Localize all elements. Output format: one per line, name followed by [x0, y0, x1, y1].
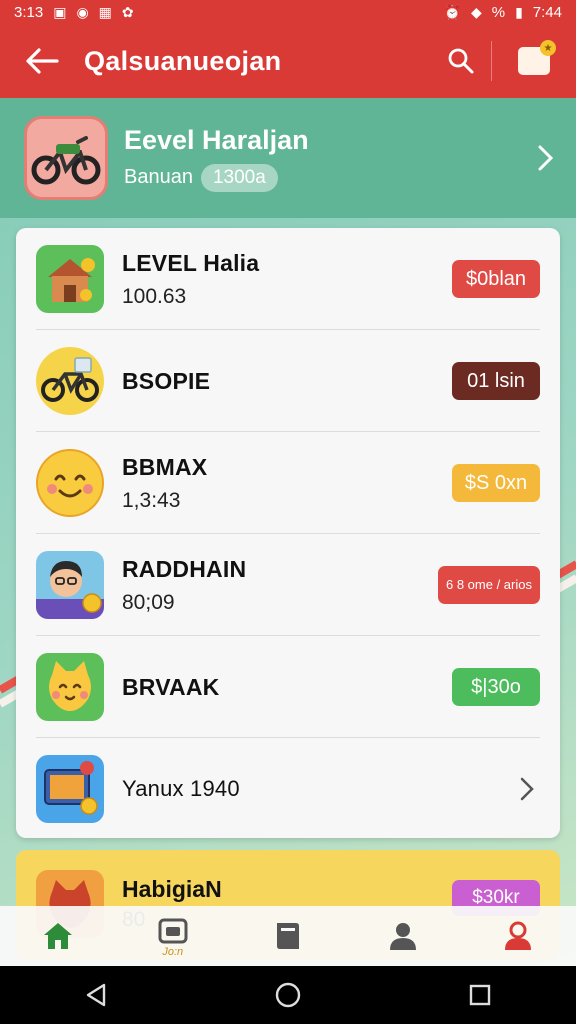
gallery-notification-icon: ▣ — [53, 3, 67, 20]
search-button[interactable] — [431, 24, 491, 98]
row-text: RADDHAIN 80;09 — [122, 556, 438, 615]
chevron-right-icon[interactable] — [512, 769, 542, 809]
price-badge[interactable]: 01 lsin — [452, 362, 540, 400]
profile-subtitle-row: Banuan 1300a — [124, 163, 516, 192]
list-item[interactable]: BSOPIE 01 lsin — [16, 330, 560, 432]
status-left: 3:13 ▣ ◉ ▦ ✿ — [14, 4, 134, 21]
row-title: BBMAX — [122, 453, 208, 480]
row-value: 100.63 — [122, 284, 187, 308]
system-back-button[interactable] — [56, 966, 136, 1024]
profile-subtitle: Banuan — [124, 166, 193, 188]
plant-notification-icon: ✿ — [121, 3, 134, 20]
row-text: Yanux 1940 — [122, 776, 512, 802]
list-item[interactable]: BBMAX 1,3:43 $S 0xn — [16, 432, 560, 534]
profile-text: Eevel Haraljan Banuan 1300a — [124, 125, 516, 192]
profile-active-icon — [505, 921, 532, 950]
row-text: LEVEL Halia 100.63 — [122, 250, 452, 309]
smiley-face-icon — [36, 449, 104, 517]
bicycle-icon — [31, 136, 101, 185]
square-recents-icon — [469, 984, 491, 1006]
price-badge[interactable]: 6 8 ome / arios — [438, 566, 540, 604]
chevron-right-icon[interactable] — [516, 128, 576, 188]
row-title: LEVEL Halia — [122, 249, 260, 276]
status-bar: 3:13 ▣ ◉ ▦ ✿ ⏰ ◆ % ▮ 7:44 — [0, 0, 576, 24]
person-icon — [390, 923, 417, 950]
price-badge[interactable]: $|30o — [452, 668, 540, 706]
row-text: BRVAAK — [122, 674, 452, 701]
list-item-link[interactable]: Yanux 1940 — [16, 738, 560, 838]
price-badge[interactable]: $0blan — [452, 260, 540, 298]
system-home-button[interactable] — [248, 966, 328, 1024]
app-notification-icon: ▦ — [98, 3, 112, 20]
nav-book[interactable] — [248, 906, 328, 966]
person-avatar-icon — [36, 551, 104, 619]
profile-pill: 1300a — [200, 163, 278, 192]
tv-coin-icon — [36, 755, 104, 823]
book-icon — [276, 923, 299, 949]
profile-avatar — [24, 116, 108, 200]
status-time-right: 7:44 — [532, 3, 562, 21]
wifi-icon: ◆ — [470, 3, 482, 20]
alarm-icon: ⏰ — [443, 3, 461, 20]
notification-dot: ★ — [540, 40, 556, 56]
back-arrow-icon — [26, 48, 59, 74]
row-value: 1,3:43 — [122, 488, 181, 512]
search-icon — [448, 48, 474, 74]
row-title: BRVAAK — [122, 673, 220, 700]
row-title: BSOPIE — [122, 367, 211, 394]
motorcycle-icon — [36, 347, 104, 415]
home-icon — [43, 923, 72, 949]
nav-profile[interactable] — [478, 906, 558, 966]
nav-home[interactable] — [18, 906, 98, 966]
list-item[interactable]: LEVEL Halia 100.63 $0blan — [16, 228, 560, 330]
row-label: Yanux 1940 — [122, 776, 240, 801]
list-item[interactable]: RADDHAIN 80;09 6 8 ome / arios — [16, 534, 560, 636]
system-recents-button[interactable] — [440, 966, 520, 1024]
items-list-card: LEVEL Halia 100.63 $0blan BSOPIE 01 lsin — [16, 228, 560, 838]
shop-bag-button[interactable]: ★ — [492, 24, 576, 98]
sync-notification-icon: ◉ — [76, 3, 89, 20]
circle-home-icon — [275, 982, 301, 1008]
row-title: RADDHAIN — [122, 555, 247, 582]
app-bar: Qalsuanueojan ★ — [0, 24, 576, 98]
bottom-navigation: Jo:n — [0, 906, 576, 966]
profile-name: Eevel Haraljan — [124, 124, 309, 155]
app-title: Qalsuanueojan — [84, 45, 282, 76]
battery-icon: ▮ — [515, 3, 523, 20]
profile-header[interactable]: Eevel Haraljan Banuan 1300a — [0, 98, 576, 218]
nav-label: Jo:n — [162, 945, 184, 958]
cat-face-icon — [36, 653, 104, 721]
status-right: ⏰ ◆ % ▮ 7:44 — [444, 4, 562, 21]
price-badge[interactable]: $S 0xn — [452, 464, 540, 502]
nav-people[interactable] — [363, 906, 443, 966]
back-button[interactable] — [0, 24, 84, 98]
row-text: BBMAX 1,3:43 — [122, 454, 452, 513]
list-item[interactable]: BRVAAK $|30o — [16, 636, 560, 738]
peek-title: HabigiaN — [122, 876, 222, 902]
system-navigation-bar — [0, 966, 576, 1024]
wallet-icon — [158, 918, 188, 943]
status-time-left: 3:13 — [14, 3, 44, 21]
triangle-back-icon — [86, 983, 106, 1007]
battery-percent: % — [491, 3, 506, 21]
row-value: 80;09 — [122, 590, 175, 614]
house-coins-icon — [36, 245, 104, 313]
row-text: BSOPIE — [122, 368, 452, 395]
nav-wallet[interactable]: Jo:n — [133, 906, 213, 966]
